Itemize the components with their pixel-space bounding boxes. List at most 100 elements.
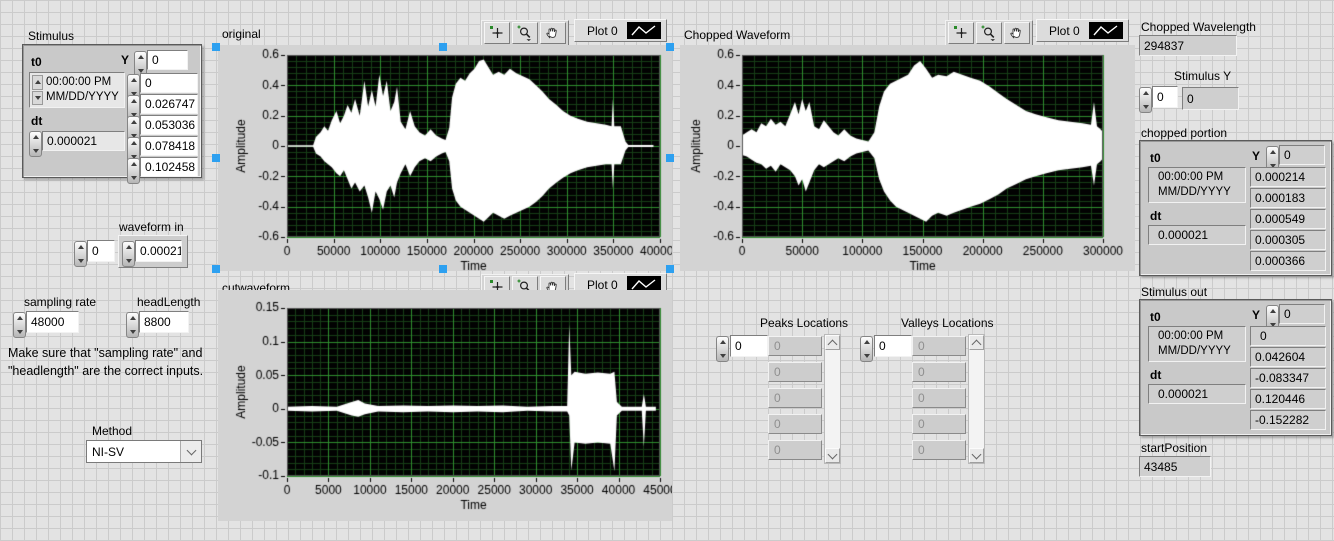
chopped-plot-legend[interactable]: Plot 0	[1036, 19, 1129, 42]
so-dt-label: dt	[1150, 368, 1161, 382]
cp-y-element: 0.000305	[1250, 230, 1326, 250]
waveform-in-index-spinner[interactable]	[74, 241, 87, 267]
t0-updown-arrows[interactable]	[32, 75, 43, 105]
so-y-element: 0.120446	[1250, 389, 1326, 409]
valleys-array-element: 0	[912, 336, 966, 356]
head-length-label: headLength	[137, 295, 200, 309]
cp-t0-time: 00:00:00 PM	[1158, 171, 1223, 183]
so-y-label: Y	[1252, 308, 1260, 322]
method-dropdown-button[interactable]	[180, 441, 201, 462]
valleys-scrollbar[interactable]	[968, 334, 985, 464]
cp-t0-field: 00:00:00 PMMM/DD/YYYY	[1148, 167, 1246, 203]
waveform-in-spinner[interactable]	[122, 241, 135, 267]
so-y-element: -0.152282	[1250, 410, 1326, 430]
scroll-up-button[interactable]	[825, 335, 840, 350]
peaks-index-spinner[interactable]	[716, 336, 729, 362]
stimulus-y-index[interactable]: 0	[147, 50, 188, 70]
stimulus-y-index-spinner[interactable]	[1139, 87, 1152, 113]
head-length-spinner[interactable]	[126, 312, 139, 338]
y-array-element[interactable]: 0.102458	[140, 157, 198, 177]
plot-legend-label: Plot 0	[1049, 24, 1080, 38]
waveform-in-index[interactable]: 0	[87, 240, 115, 262]
so-t0-time: 00:00:00 PM	[1158, 330, 1223, 342]
chevron-down-icon	[186, 445, 196, 455]
pan-hand-icon[interactable]	[1004, 22, 1030, 44]
chevron-up-icon	[828, 339, 838, 349]
selection-handle[interactable]	[439, 43, 447, 51]
peaks-array-element: 0	[768, 336, 822, 356]
selection-handle[interactable]	[666, 43, 674, 51]
sampling-rate-spinner[interactable]	[13, 312, 26, 338]
waveform-in-value[interactable]: 0.000213	[135, 240, 182, 262]
valleys-index-spinner[interactable]	[860, 336, 873, 362]
y-el-spinner[interactable]	[127, 158, 140, 184]
method-value: NI-SV	[87, 441, 180, 462]
original-graph-canvas[interactable]	[218, 45, 672, 271]
selection-handle[interactable]	[666, 265, 674, 273]
y-array-element[interactable]: 0.078418	[140, 136, 198, 156]
cp-dt-label: dt	[1150, 209, 1161, 223]
stimulus-y-label: Stimulus Y	[1174, 69, 1231, 83]
start-position-label: startPosition	[1141, 441, 1207, 455]
note-line-2: "headlength" are the correct inputs.	[8, 364, 203, 378]
scroll-down-button[interactable]	[969, 448, 984, 463]
t0-date: MM/DD/YYYY	[46, 91, 119, 103]
so-t0-date: MM/DD/YYYY	[1158, 345, 1231, 357]
chopped-portion-cluster: t0 00:00:00 PMMM/DD/YYYY dt 0.000021 Y 0…	[1139, 140, 1332, 276]
original-plot-legend[interactable]: Plot 0	[574, 19, 667, 42]
peaks-array-element: 0	[768, 388, 822, 408]
stimulus-t0-field[interactable]: 00:00:00 PM MM/DD/YYYY	[29, 72, 125, 108]
pan-hand-icon[interactable]	[540, 22, 566, 44]
scroll-up-button[interactable]	[969, 335, 984, 350]
dt-spinner[interactable]	[29, 131, 42, 157]
waveform-in-label: waveform in	[119, 220, 184, 234]
y-array-element[interactable]: 0	[140, 73, 198, 93]
stimulus-dt-field[interactable]: 0.000021	[42, 131, 125, 151]
scroll-down-button[interactable]	[825, 448, 840, 463]
stimulus-y-label: Y	[121, 53, 129, 67]
selection-handle[interactable]	[212, 43, 220, 51]
zoom-icon[interactable]	[512, 22, 538, 44]
so-dt-field: 0.000021	[1148, 384, 1246, 404]
chevron-up-icon	[972, 339, 982, 349]
original-graph-title: original	[222, 27, 261, 41]
so-y-index[interactable]: 0	[1279, 304, 1325, 324]
valleys-locations-label: Valleys Locations	[901, 316, 994, 330]
t0-time: 00:00:00 PM	[46, 76, 111, 88]
note-text: Make sure that "sampling rate" and "head…	[8, 344, 203, 380]
so-t0-field: 00:00:00 PM MM/DD/YYYY	[1148, 326, 1246, 362]
peaks-locations-label: Peaks Locations	[760, 316, 848, 330]
peaks-array-element: 0	[768, 440, 822, 460]
selection-handle[interactable]	[439, 265, 447, 273]
original-graph-palette	[481, 20, 569, 46]
so-y-element: -0.083347	[1250, 368, 1326, 388]
valleys-array-element: 0	[912, 414, 966, 434]
sampling-rate-field[interactable]: 48000	[26, 311, 79, 333]
cursor-move-icon[interactable]	[948, 22, 974, 44]
method-combo[interactable]: NI-SV	[86, 440, 202, 463]
y-array-element[interactable]: 0.053036	[140, 115, 198, 135]
stimulus-y-index[interactable]: 0	[1152, 86, 1178, 108]
stimulus-label: Stimulus	[28, 29, 74, 43]
stimulus-dt-label: dt	[31, 114, 42, 128]
zoom-icon[interactable]	[976, 22, 1002, 44]
y-array-element[interactable]: 0.026747	[140, 94, 198, 114]
selection-handle[interactable]	[666, 154, 674, 162]
chopped-graph-canvas[interactable]	[680, 45, 1135, 271]
chopped-graph-palette	[945, 20, 1033, 46]
valleys-array-element: 0	[912, 362, 966, 382]
stimulus-out-cluster: t0 00:00:00 PMMM/DD/YYYY dt 0.000021 Y 0…	[1139, 299, 1332, 436]
selection-handle[interactable]	[212, 265, 220, 273]
selection-handle[interactable]	[212, 154, 220, 162]
cutwaveform-graph-canvas[interactable]	[218, 290, 672, 521]
valleys-index[interactable]: 0	[874, 335, 912, 357]
cp-y-index[interactable]: 0	[1279, 145, 1325, 165]
cp-y-element: 0.000366	[1250, 251, 1326, 271]
head-length-field[interactable]: 8800	[139, 311, 189, 333]
cursor-move-icon[interactable]	[484, 22, 510, 44]
peaks-scrollbar[interactable]	[824, 334, 841, 464]
peaks-index[interactable]: 0	[730, 335, 768, 357]
cp-y-element: 0.000183	[1250, 188, 1326, 208]
start-position-value: 43485	[1139, 456, 1211, 477]
cp-dt-field: 0.000021	[1148, 225, 1246, 245]
